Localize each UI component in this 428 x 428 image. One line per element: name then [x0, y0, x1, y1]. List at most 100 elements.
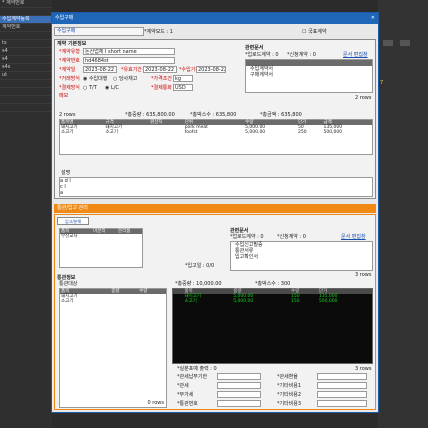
trade-radio-2[interactable]: ○ 당사재고 — [113, 76, 137, 82]
background-right-panel: 7 — [378, 0, 428, 428]
background-row[interactable]: ts — [0, 40, 52, 48]
bottom-section-bar: 통관/입고 관리 — [54, 204, 376, 213]
form-label: *기타비용1 — [277, 383, 302, 389]
table-row[interactable]: 소고기 소고기 foofst 5,000.00 250 500,000 — [60, 130, 372, 135]
contract-panel: 계약 기본정보 *계약유형 돈산업체 I short name *계약번호 hd… — [54, 39, 376, 199]
unit-label: *가격조건 — [151, 76, 172, 82]
table-row[interactable]: 소고기 — [60, 299, 166, 304]
customs-target-grid: 품목 중량 수량 돼지고기 소고기 0 rows — [59, 288, 167, 408]
bottom-section-title: 통관/입고 관리 — [57, 205, 88, 211]
unit-select[interactable]: kg — [173, 75, 193, 82]
items-grid: 품목명 규격 원산지 단위 수량 단가 금액 돼지고기 돼지고기 pork me… — [59, 119, 373, 155]
table-row[interactable]: 부산교사 — [60, 234, 142, 239]
cell: 5,000.00 — [245, 130, 266, 135]
tab-in-split[interactable]: 입고/분해 — [57, 217, 89, 225]
form-field[interactable] — [317, 373, 367, 380]
background-row[interactable]: 수입계약등록 — [0, 16, 52, 24]
ctrt-date-field[interactable]: 2023-08-22 — [83, 66, 117, 73]
eye-icon[interactable] — [383, 40, 393, 46]
form-label: *관세환율 — [277, 374, 298, 380]
memo-textarea[interactable]: a d l c l a — [59, 177, 373, 197]
customs-total-weight: *총중량 : 10,000.00 — [175, 281, 222, 287]
cell: 250 — [298, 130, 307, 135]
valid-from-field[interactable]: 2023-08-22 — [143, 66, 177, 73]
form-label: *기타비용3 — [277, 401, 302, 407]
form-field[interactable] — [217, 382, 261, 389]
bottom-related-link[interactable]: 문서 편집창 — [341, 234, 366, 240]
form-field[interactable] — [317, 400, 367, 407]
valid-date-label: *유효기간 — [121, 67, 142, 73]
form-label: *통관번호 — [177, 401, 198, 407]
cell: 소고기 — [184, 299, 197, 304]
related-doc-row[interactable]: 입고확인서 — [231, 254, 372, 260]
cell: 500,000 — [318, 299, 338, 304]
top-checkbox-label: 국표계약 — [308, 29, 327, 35]
target-count: 0 rows — [147, 400, 164, 406]
memo-line: a — [60, 190, 64, 196]
form-field[interactable] — [217, 391, 261, 398]
close-icon[interactable]: ✕ — [371, 13, 375, 24]
section-header: 수입구매 — [54, 27, 144, 36]
section-title: 수입구매 — [57, 28, 76, 34]
bottom-related-apply: *신청계약 : 0 — [277, 234, 306, 240]
tab-in-split-label: 입고/분해 — [64, 219, 82, 224]
pay-radio-2[interactable]: ◉ L/C — [105, 85, 119, 91]
background-row[interactable]: 계약번호 — [0, 24, 52, 32]
background-row[interactable]: * 계약번호 — [0, 0, 52, 8]
cell: 부산교사 — [61, 234, 78, 239]
currency-select[interactable]: USD — [173, 84, 193, 91]
trade-radio-1[interactable]: ◉ 수입대행 — [83, 76, 107, 82]
background-row[interactable] — [0, 88, 52, 96]
pay-type-label: *결제방식 — [59, 85, 80, 91]
related-doc-row[interactable]: 구매계약서 — [246, 72, 372, 78]
related-docs-grid: 수입계약서 구매계약서 — [245, 59, 373, 93]
form-field[interactable] — [217, 400, 261, 407]
form-field[interactable] — [217, 373, 261, 380]
related-docs-label: 관련문서 — [245, 45, 264, 51]
related-docs-upload: *업로드계약 : 0 — [245, 52, 279, 58]
pay-radio-1-label: T/T — [88, 85, 97, 91]
customs-target-label: 통관대상 — [59, 281, 78, 287]
valid-to-field[interactable]: 2023-08-22 — [196, 66, 226, 73]
background-row[interactable] — [0, 96, 52, 104]
cell: 500,000 — [323, 130, 343, 135]
background-row[interactable]: s4s — [0, 64, 52, 72]
form-field[interactable] — [317, 391, 367, 398]
background-row[interactable]: ut — [0, 72, 52, 80]
pay-radio-1[interactable]: ○ T/T — [83, 85, 97, 91]
currency-label: *결제통화 — [151, 85, 172, 91]
ctrt-type-label: *계약유형 — [59, 49, 80, 55]
gear-icon[interactable] — [400, 40, 410, 46]
pay-radio-2-label: L/C — [110, 85, 119, 91]
ctrt-no-field[interactable]: hd4684st — [83, 57, 175, 64]
form-field[interactable] — [317, 382, 367, 389]
related-docs-link[interactable]: 문서 편집창 — [343, 52, 368, 58]
background-row[interactable]: s4 — [0, 56, 52, 64]
background-row[interactable] — [0, 104, 52, 112]
in-date-label: *입고일 : 0/0 — [185, 263, 215, 269]
ctrt-type-select[interactable]: 돈산업체 I short name — [83, 48, 175, 55]
cell: foofst — [184, 130, 198, 135]
background-row[interactable] — [0, 32, 52, 40]
cell: 5,000.00 — [233, 299, 254, 304]
background-row[interactable] — [0, 80, 52, 88]
total-weight: *총중량 : 635,800.00 — [125, 112, 175, 118]
background-row[interactable] — [0, 8, 52, 16]
bottom-related-count: 3 rows — [355, 272, 372, 278]
cell — [149, 130, 184, 135]
form-label: *부가세 — [177, 392, 194, 398]
table-row[interactable]: 소고기 5,000.00 150 500,000 — [173, 299, 372, 304]
top-checkbox[interactable]: ☐ 국표계약 — [302, 29, 326, 35]
items-table: 품목명 규격 원산지 단위 수량 단가 금액 돼지고기 돼지고기 pork me… — [60, 120, 372, 135]
bottom-related-grid: 수입신고필증 통관서류 입고확인서 — [230, 241, 373, 271]
total-amount: *총금액 : 635,800 — [260, 112, 302, 118]
form-label: *관세납부기한 — [177, 374, 208, 380]
detail-count: 3 rows — [355, 366, 372, 372]
background-row[interactable]: s4 — [0, 48, 52, 56]
trade-radio-2-label: 당사재고 — [118, 76, 138, 82]
cell: 소고기 — [61, 130, 74, 135]
ctrt-no-label: *계약번호 — [59, 58, 80, 64]
customs-detail-grid: 품목 중량 수량 단가 돼지고기 5,000.00 150 135,000 소고 — [172, 288, 373, 364]
contract-section-label: 계약 기본정보 — [57, 41, 87, 47]
bottom-panel: 입고/분해 품목 미분리 분리품 부산교사 *입고일 : 0/0 관련문서 *업… — [54, 214, 376, 410]
